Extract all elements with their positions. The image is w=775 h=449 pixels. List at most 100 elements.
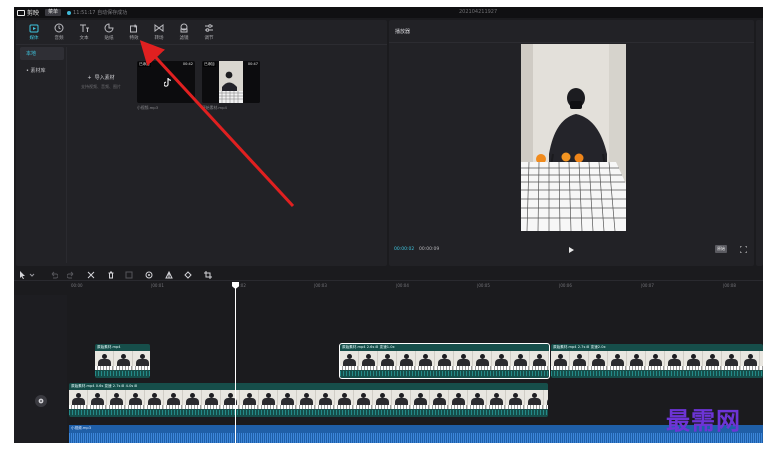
time-ruler[interactable]: 00:00 |00:01 |00:02 |00:03 |00:04 |00:05… [14,282,763,294]
divider [66,47,67,263]
playhead[interactable] [235,282,236,443]
video-frame-thumbnail [449,390,468,409]
ruler-label: |00:01 [151,283,164,288]
side-item-local[interactable]: 本地 [20,47,64,60]
cover-button[interactable] [35,395,47,407]
reverse-icon[interactable] [144,270,153,279]
video-frame-thumbnail [359,351,378,370]
track1-clip[interactable]: 原始素材.mp4 2.7s ⊞ 变速2.0x [551,344,763,378]
play-icon[interactable] [567,246,575,254]
video-frame-thumbnail [316,390,335,409]
media-side-nav: 本地 • 素材库 [20,47,64,81]
rotate-icon[interactable] [183,270,192,279]
tab-media[interactable]: 媒体 [22,22,46,43]
tab-audio[interactable]: 音频 [47,22,71,43]
fullscreen-icon[interactable] [740,246,747,253]
media-clip-video[interactable]: 已添加 00:47 原始素材.mp4 [202,61,260,111]
video-frame-thumbnail [164,390,183,409]
video-frame-thumbnail [492,351,511,370]
audio-track-clip[interactable]: 小视频.mp3 [69,425,763,443]
video-frame-thumbnail [760,351,763,370]
undo-icon[interactable] [49,270,58,279]
video-frame-thumbnail [126,390,145,409]
video-frame-thumbnail [665,351,684,370]
tab-text[interactable]: 文本 [72,22,96,43]
import-media-button[interactable]: + 导入素材 支持视频、音频、图片 [71,65,131,99]
video-frame-thumbnail [335,390,354,409]
video-frame-thumbnail [551,351,570,370]
current-time: 00:00:02 [394,247,415,252]
main-track-clip[interactable]: 原始素材.mp4 0.6s 变速 2.7s ⊞ 4.0s ⊞ [69,383,548,417]
clip-label: 原始素材.mp4 [97,345,121,349]
app-logo: 剪映 [17,8,39,17]
logo-icon [17,9,25,16]
video-frame-thumbnail [430,390,449,409]
menu-button[interactable]: 菜单 [45,9,62,16]
timeline: 00:00 |00:01 |00:02 |00:03 |00:04 |00:05… [14,268,763,443]
ruler-label: |00:05 [477,283,490,288]
watermark: 最需网 [666,406,741,435]
delete-icon[interactable] [106,270,115,279]
video-frame-thumbnail [373,390,392,409]
video-frame-thumbnail [722,351,741,370]
tool-tabs: 媒体 音频 文本 贴纸 特效 转场 滤镜 调节 [16,20,387,45]
tab-sticker[interactable]: 贴纸 [97,22,121,43]
track-headers [14,295,67,443]
ruler-label: 00:00 [71,283,83,288]
preview-image [521,44,626,231]
text-icon [78,22,90,34]
ratio-button[interactable]: 原始 [715,245,727,253]
clip-label: 原始素材.mp4 2.7s ⊞ 变速2.0x [553,345,606,349]
video-frame-thumbnail [145,390,164,409]
save-status: 11:51:17 自动保存成功 [73,10,128,16]
video-frame-thumbnail [340,351,359,370]
effects-icon [128,22,140,34]
video-frame-thumbnail [589,351,608,370]
video-frame-thumbnail [530,351,549,370]
freeze-icon[interactable] [124,270,133,279]
player-panel: 播放器 00:00:02 00:00:09 原始 [389,20,754,266]
select-tool-icon[interactable] [18,270,27,279]
video-frame-thumbnail [278,390,297,409]
track1-clip-selected[interactable]: 原始素材.mp4 2.6s ⊞ 变速1.0x [339,343,550,379]
video-frame-thumbnail [354,390,373,409]
video-frame-thumbnail [397,351,416,370]
video-frame-thumbnail [240,390,259,409]
video-frame-thumbnail [544,390,548,409]
ruler-label: |00:03 [314,283,327,288]
total-time: 00:00:09 [419,247,440,252]
video-frame-thumbnail [297,390,316,409]
timeline-toolbar [14,268,763,281]
clip-label: 原始素材.mp4 2.6s ⊞ 变速1.0x [342,345,395,349]
editor-window: 剪映 菜单 11:51:17 自动保存成功 202104211927 媒体 音频… [14,7,763,443]
ruler-label: |00:06 [559,283,572,288]
redo-icon[interactable] [66,270,75,279]
tab-filter[interactable]: 滤镜 [172,22,196,43]
split-icon[interactable] [86,270,95,279]
ruler-label: |00:08 [723,283,736,288]
added-badge: 已添加 [203,62,216,67]
save-status-icon [67,10,72,15]
track1-clip[interactable]: 原始素材.mp4 [95,344,150,378]
mirror-icon[interactable] [164,270,173,279]
video-frame-thumbnail [454,351,473,370]
import-hint: 支持视频、音频、图片 [81,84,121,89]
video-frame-thumbnail [741,351,760,370]
crop-icon[interactable] [203,270,212,279]
ruler-label: |00:04 [396,283,409,288]
audio-waveform [69,433,763,443]
tab-effects[interactable]: 特效 [122,22,146,43]
video-preview[interactable] [521,44,626,231]
media-icon [28,22,40,34]
video-frame-thumbnail [646,351,665,370]
video-frame-thumbnail [435,351,454,370]
media-clip-audio[interactable]: 已添加 00:42 小视频.mp3 [137,61,195,111]
video-frame-thumbnail [221,390,240,409]
ruler-label: |00:07 [641,283,654,288]
tab-adjust[interactable]: 调节 [197,22,221,43]
tab-transition[interactable]: 转场 [147,22,171,43]
title-bar: 剪映 菜单 11:51:17 自动保存成功 202104211927 [14,7,763,18]
side-item-library[interactable]: • 素材库 [20,64,64,77]
chevron-down-icon[interactable] [27,270,36,279]
video-frame-thumbnail [69,390,88,409]
